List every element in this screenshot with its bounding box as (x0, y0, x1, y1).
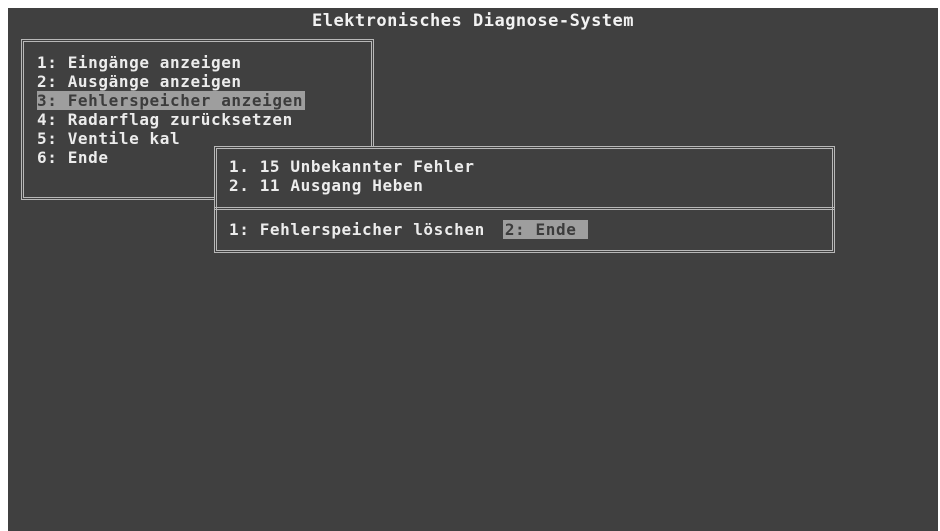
menu-item-label: 1: Eingänge anzeigen (37, 53, 242, 72)
menu-item-label: 3: Fehlerspeicher anzeigen (37, 91, 306, 110)
menu-item-label: 6: Ende (37, 148, 109, 167)
menu-item-label: 2: Ausgänge anzeigen (37, 72, 242, 91)
clear-error-memory-button[interactable]: 1: Fehlerspeicher löschen (229, 220, 485, 239)
error-entry-label: 1. 15 Unbekannter Fehler (229, 157, 475, 176)
dialog-divider (214, 207, 835, 210)
error-entry: 2. 11 Ausgang Heben (229, 176, 832, 195)
screen-title: Elektronisches Diagnose-System (311, 11, 635, 31)
error-entry: 1. 15 Unbekannter Fehler (229, 157, 832, 176)
menu-item-ausgaenge[interactable]: 2: Ausgänge anzeigen (37, 72, 371, 91)
error-list: 1. 15 Unbekannter Fehler 2. 11 Ausgang H… (229, 157, 832, 195)
terminal-screen: Elektronisches Diagnose-System 1: Eingän… (8, 8, 938, 531)
menu-item-eingaenge[interactable]: 1: Eingänge anzeigen (37, 53, 371, 72)
error-memory-dialog: 1. 15 Unbekannter Fehler 2. 11 Ausgang H… (214, 146, 835, 253)
menu-item-label: 4: Radarflag zurücksetzen (37, 110, 293, 129)
menu-item-radarflag[interactable]: 4: Radarflag zurücksetzen (37, 110, 371, 129)
menu-item-label: 5: Ventile kal (37, 129, 181, 148)
error-entry-label: 2. 11 Ausgang Heben (229, 176, 424, 195)
menu-item-fehlerspeicher[interactable]: 3: Fehlerspeicher anzeigen (37, 91, 371, 110)
end-button[interactable]: 2: Ende (502, 220, 589, 239)
dialog-actions: 1: Fehlerspeicher löschen 2: Ende (229, 220, 832, 239)
